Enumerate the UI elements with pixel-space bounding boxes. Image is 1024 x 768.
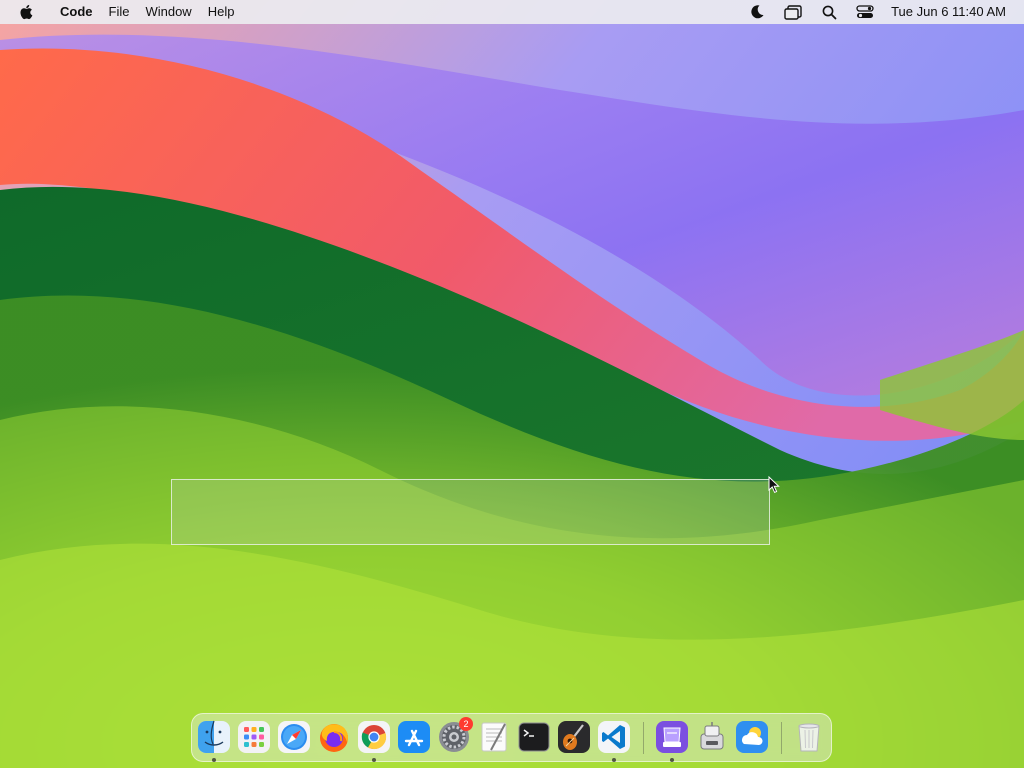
dock-item-firefox[interactable] [317, 720, 351, 754]
running-indicator [372, 758, 376, 762]
moon-icon[interactable] [747, 0, 767, 24]
dock-item-terminal[interactable] [517, 720, 551, 754]
wallpaper [0, 0, 1024, 768]
weather-icon [736, 721, 768, 753]
dock-item-weather[interactable] [735, 720, 769, 754]
apple-menu-icon[interactable] [18, 0, 34, 24]
archive-icon [656, 721, 688, 753]
dock: 2 [191, 713, 832, 762]
dock-item-automator[interactable] [695, 720, 729, 754]
notification-badge: 2 [459, 717, 473, 731]
dock-item-safari[interactable] [277, 720, 311, 754]
dock-item-textedit[interactable] [477, 720, 511, 754]
firefox-icon [320, 724, 348, 752]
dock-item-launchpad[interactable] [237, 720, 271, 754]
stage-manager-icon[interactable] [783, 0, 803, 24]
dock-item-chrome[interactable] [357, 720, 391, 754]
drag-selection-rectangle [171, 479, 770, 545]
dock-item-garageband[interactable] [557, 720, 591, 754]
dock-separator [643, 722, 644, 754]
control-center-icon[interactable] [855, 0, 875, 24]
window-menu[interactable]: Window [137, 0, 199, 24]
dock-item-system-settings[interactable]: 2 [437, 717, 473, 754]
dock-item-finder[interactable] [197, 720, 231, 754]
safari-icon [278, 721, 310, 753]
app-store-icon [398, 721, 430, 753]
app-menu[interactable]: Code [52, 0, 101, 24]
desktop[interactable]: Code File Window Help Tue Jun 6 11:40 AM [0, 0, 1024, 768]
dock-item-vscode[interactable] [597, 720, 631, 754]
garageband-icon [558, 721, 590, 753]
automator-icon [700, 722, 724, 750]
launchpad-icon [238, 721, 270, 753]
running-indicator [212, 758, 216, 762]
dock-separator [781, 722, 782, 754]
dock-item-app-store[interactable] [397, 720, 431, 754]
help-menu[interactable]: Help [200, 0, 243, 24]
mouse-cursor-icon [768, 476, 780, 494]
menu-bar: Code File Window Help Tue Jun 6 11:40 AM [0, 0, 1024, 24]
terminal-icon [518, 722, 550, 752]
file-menu[interactable]: File [101, 0, 138, 24]
trash-icon [798, 723, 820, 752]
menu-bar-clock[interactable]: Tue Jun 6 11:40 AM [883, 0, 1024, 24]
vscode-icon [598, 721, 630, 753]
running-indicator [612, 758, 616, 762]
chrome-icon [358, 721, 390, 753]
textedit-icon [481, 722, 507, 752]
dock-item-archive[interactable] [655, 720, 689, 754]
dock-item-trash[interactable] [792, 720, 826, 754]
running-indicator [670, 758, 674, 762]
finder-icon [198, 720, 230, 753]
search-icon[interactable] [819, 0, 839, 24]
